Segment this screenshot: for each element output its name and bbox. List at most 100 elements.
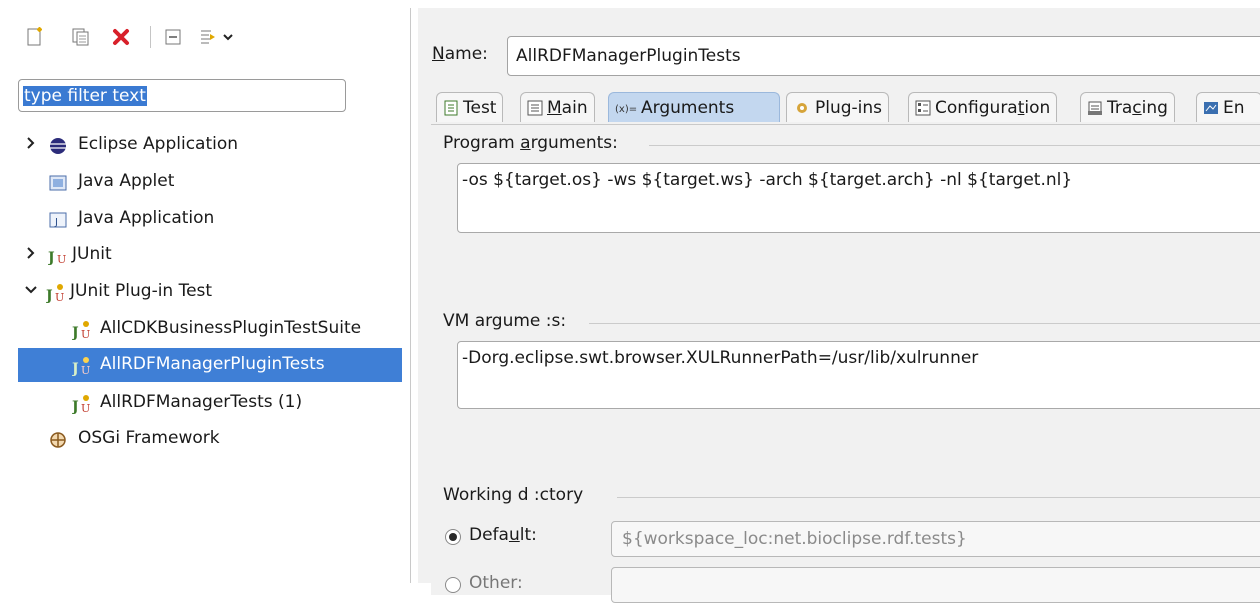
svg-text:U: U — [55, 291, 64, 303]
chevron-right-icon — [27, 247, 35, 259]
plugins-tab-icon — [797, 102, 807, 113]
chevron-down-icon — [25, 286, 37, 294]
label-pre: Program — [443, 133, 521, 153]
svg-text:J: J — [48, 250, 55, 266]
tree-item-label: OSGi Framework — [78, 428, 220, 448]
java-applet-icon — [49, 175, 67, 191]
svg-text:U: U — [81, 364, 90, 376]
name-label-text: ame: — [444, 44, 488, 64]
tree-item-eclipse-application[interactable]: Eclipse Application — [0, 128, 410, 162]
arguments-tab-icon: (x)= — [615, 104, 637, 115]
environment-tab-icon — [1204, 101, 1218, 114]
junit-plugin-icon: JU — [72, 395, 90, 414]
tab-label-rest: ain — [561, 97, 588, 118]
new-config-button[interactable] — [22, 24, 48, 50]
tab-environment[interactable]: En — [1196, 92, 1260, 122]
name-label: Name: — [432, 44, 488, 64]
junit-plugin-icon: JU — [46, 284, 64, 303]
tree-item-junit[interactable]: JU JUnit — [0, 238, 410, 272]
tree-item-label: AllRDFManagerPluginTests — [100, 354, 325, 374]
tree-item-java-application[interactable]: J Java Application — [0, 202, 410, 236]
tab-label-pre: Configura — [935, 97, 1018, 118]
tree-item-all-rdf-plugin-tests[interactable]: JU AllRDFManagerPluginTests — [18, 348, 402, 382]
vm-arguments-label: VM argume :s: — [443, 311, 573, 331]
toolbar-separator — [150, 26, 151, 48]
label-post: lt: — [519, 525, 537, 545]
junit-plugin-icon: JU — [72, 321, 90, 340]
tree-item-junit-plugin-test[interactable]: JU JUnit Plug-in Test — [0, 275, 410, 309]
tab-label: Test — [463, 97, 497, 118]
tab-label-post: ion — [1024, 97, 1051, 118]
default-directory-radio[interactable] — [445, 529, 461, 545]
group-divider — [649, 145, 1260, 146]
tree-item-all-cdk[interactable]: JU AllCDKBusinessPluginTestSuite — [0, 312, 410, 346]
other-directory-field[interactable] — [611, 567, 1260, 603]
java-application-icon: J — [49, 212, 67, 228]
junit-plugin-icon: JU — [72, 357, 90, 376]
tab-label-pre: Tra — [1107, 97, 1133, 118]
delete-config-button[interactable] — [108, 24, 134, 50]
label-post: rguments: — [530, 133, 618, 153]
tab-configuration[interactable]: Configuration — [908, 92, 1058, 122]
tab-label: Arguments — [641, 97, 735, 118]
filter-menu-button[interactable] — [198, 24, 238, 50]
working-directory-label: Working d :ctory — [443, 485, 590, 505]
tree-item-label: Eclipse Application — [78, 134, 239, 154]
program-arguments-textarea[interactable]: -os ${target.os} -ws ${target.ws} -arch … — [457, 163, 1260, 233]
svg-text:U: U — [81, 402, 90, 414]
collapse-all-button[interactable] — [160, 24, 186, 50]
tab-label: En — [1223, 97, 1245, 118]
tree-item-label: JUnit — [72, 244, 112, 264]
tab-label: Plug-ins — [815, 97, 883, 118]
label-mnemonic: a — [520, 133, 531, 153]
default-directory-label: Default: — [469, 525, 537, 545]
svg-text:J: J — [72, 361, 79, 376]
eclipse-icon — [50, 138, 66, 154]
delete-icon — [113, 29, 129, 45]
svg-text:(x)=: (x)= — [615, 104, 637, 115]
tree-item-osgi-framework[interactable]: OSGi Framework — [0, 422, 410, 456]
other-directory-radio[interactable] — [445, 577, 461, 593]
svg-text:U: U — [57, 253, 66, 266]
name-label-mnemonic: N — [432, 44, 445, 64]
tree-item-java-applet[interactable]: Java Applet — [0, 165, 410, 199]
main-tab-icon — [527, 100, 543, 115]
config-tabs: Test Main (x)= Arguments Plug-ins Config… — [436, 92, 1260, 124]
program-arguments-label: Program arguments: — [443, 133, 624, 153]
tab-plugins[interactable]: Plug-ins — [786, 92, 890, 122]
chevron-right-icon — [27, 137, 35, 149]
osgi-icon — [50, 432, 66, 448]
tree-item-label: AllRDFManagerTests (1) — [100, 392, 303, 412]
copy-icon — [72, 28, 89, 46]
tab-tracing[interactable]: Tracing — [1080, 92, 1175, 122]
duplicate-config-button[interactable] — [68, 24, 94, 50]
test-tab-icon — [444, 100, 458, 115]
new-file-icon — [27, 27, 42, 46]
arguments-tab-content: Program arguments: -os ${target.os} -ws … — [431, 124, 1260, 603]
filter-icon — [201, 30, 233, 44]
tab-label-post: ing — [1141, 97, 1168, 118]
svg-text:J: J — [72, 325, 79, 340]
tree-item-label: Java Application — [78, 208, 215, 228]
junit-icon: JU — [48, 250, 66, 266]
label-mnemonic: u — [508, 525, 520, 545]
tracing-tab-icon — [1088, 101, 1102, 115]
tab-label: Tracing — [1107, 98, 1168, 118]
vm-arguments-textarea[interactable]: -Dorg.eclipse.swt.browser.XULRunnerPath=… — [457, 341, 1260, 409]
svg-text:J: J — [54, 217, 58, 228]
svg-text:J: J — [72, 399, 79, 414]
tab-main[interactable]: Main — [520, 92, 595, 122]
tree-item-label: Java Applet — [78, 171, 175, 191]
tab-mnemonic: M — [547, 97, 562, 118]
collapse-all-icon — [165, 29, 181, 45]
other-directory-label: Other: — [469, 573, 523, 593]
tab-mnemonic: c — [1132, 97, 1142, 118]
config-name-input[interactable]: AllRDFManagerPluginTests — [507, 36, 1260, 76]
filter-input[interactable]: type filter text — [18, 79, 346, 112]
tab-arguments[interactable]: (x)= Arguments — [608, 92, 780, 122]
label-pre: Defa — [469, 525, 509, 545]
default-directory-field: ${workspace_loc:net.bioclipse.rdf.tests} — [611, 521, 1260, 557]
tab-test[interactable]: Test — [436, 92, 504, 122]
tree-item-all-rdf-tests[interactable]: JU AllRDFManagerTests (1) — [0, 386, 410, 420]
tab-label: Main — [547, 98, 588, 118]
